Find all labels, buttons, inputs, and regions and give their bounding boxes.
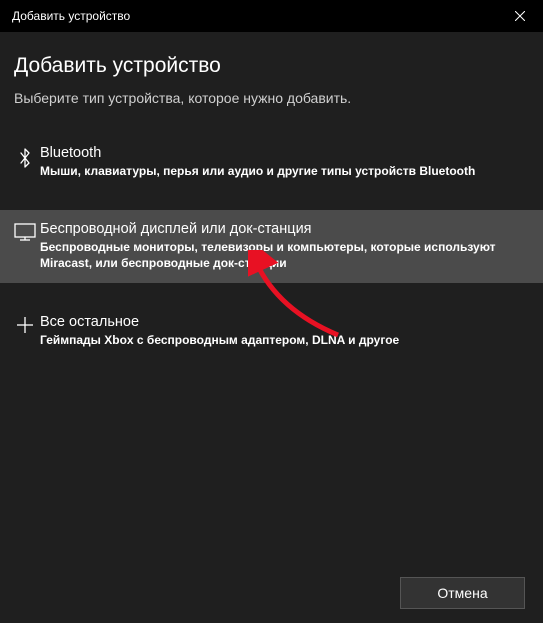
option-other-desc: Геймпады Xbox с беспроводным адаптером, …	[40, 332, 529, 348]
option-wireless-display-body: Беспроводной дисплей или док-станция Бес…	[40, 221, 529, 271]
window-title: Добавить устройство	[12, 9, 130, 23]
plus-icon	[10, 314, 40, 334]
cancel-button[interactable]: Отмена	[400, 577, 525, 609]
option-wireless-display-title: Беспроводной дисплей или док-станция	[40, 221, 529, 237]
option-bluetooth-desc: Мыши, клавиатуры, перья или аудио и друг…	[40, 163, 529, 179]
titlebar: Добавить устройство	[0, 0, 543, 32]
dialog-content: Добавить устройство Выберите тип устройс…	[0, 32, 543, 359]
display-icon	[10, 221, 40, 241]
option-other[interactable]: Все остальное Геймпады Xbox с беспроводн…	[0, 303, 543, 359]
option-wireless-display[interactable]: Беспроводной дисплей или док-станция Бес…	[0, 210, 543, 282]
option-bluetooth[interactable]: Bluetooth Мыши, клавиатуры, перья или ау…	[0, 134, 543, 190]
cancel-button-label: Отмена	[437, 585, 487, 601]
option-other-title: Все остальное	[40, 314, 529, 330]
option-bluetooth-body: Bluetooth Мыши, клавиатуры, перья или ау…	[40, 145, 529, 179]
close-button[interactable]	[497, 0, 543, 32]
page-title: Добавить устройство	[0, 54, 543, 86]
close-icon	[515, 11, 525, 21]
option-other-body: Все остальное Геймпады Xbox с беспроводн…	[40, 314, 529, 348]
bluetooth-icon	[10, 145, 40, 169]
page-subtitle: Выберите тип устройства, которое нужно д…	[0, 86, 543, 134]
option-bluetooth-title: Bluetooth	[40, 145, 529, 161]
dialog-footer: Отмена	[400, 577, 525, 609]
option-wireless-display-desc: Беспроводные мониторы, телевизоры и комп…	[40, 239, 529, 271]
